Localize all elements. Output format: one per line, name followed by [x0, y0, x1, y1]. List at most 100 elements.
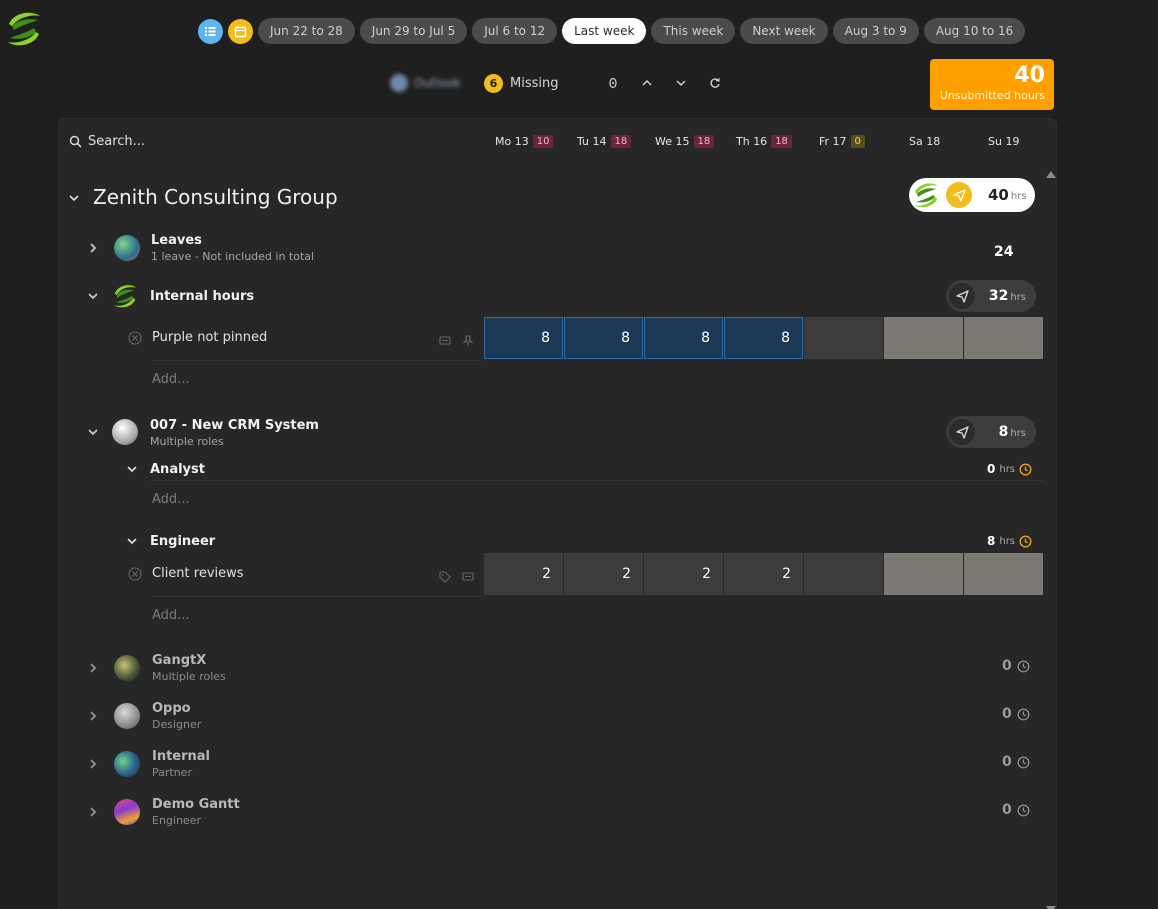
ai-suggest-button[interactable] — [604, 74, 622, 92]
project-subtitle: Engineer — [152, 814, 201, 827]
hour-cell[interactable] — [964, 553, 1043, 595]
demo-gantt-avatar — [114, 799, 140, 825]
hour-cell[interactable]: 8 — [484, 317, 563, 359]
client-total-pill[interactable]: 40 hrs — [909, 178, 1035, 212]
week-pill-last-week[interactable]: Last week — [562, 18, 647, 44]
expand-all-button[interactable] — [672, 74, 690, 92]
missing-filter[interactable]: 6 Missing — [484, 73, 558, 93]
clock-icon — [1017, 660, 1030, 672]
client-collapse-toggle[interactable] — [67, 191, 81, 205]
day-header-we: We 15 18 — [655, 135, 715, 148]
week-pill-aug-10[interactable]: Aug 10 to 16 — [923, 18, 1026, 44]
remove-task-button[interactable] — [128, 330, 142, 349]
project-expand-toggle[interactable] — [86, 709, 100, 723]
day-hours-badge: 18 — [771, 135, 792, 148]
engineer-hours-value: 8 — [987, 534, 996, 548]
hour-cell[interactable]: 2 — [644, 553, 723, 595]
add-task-link[interactable]: Add... — [152, 608, 190, 623]
search-icon — [69, 135, 82, 148]
list-view-button[interactable] — [198, 18, 223, 44]
search-box[interactable]: Search... — [69, 134, 145, 149]
submit-internal-button[interactable] — [949, 283, 975, 309]
collapse-all-button[interactable] — [638, 74, 656, 92]
divider — [152, 360, 482, 361]
project-expand-toggle[interactable] — [86, 757, 100, 771]
hour-cell[interactable] — [884, 553, 963, 595]
internal-hours-total-unit: hrs — [1010, 292, 1026, 303]
project-row-internal[interactable]: Internal Partner — [152, 749, 210, 779]
day-hours-badge: 18 — [610, 135, 632, 148]
week-pill-this-week[interactable]: This week — [651, 18, 736, 44]
project-row-demo-gantt[interactable]: Demo Gantt Engineer — [152, 797, 240, 827]
engineer-collapse-toggle[interactable] — [125, 534, 139, 548]
project-total-value: 0 — [1002, 658, 1012, 674]
sparkle-icon — [609, 77, 618, 89]
day-label: Sa 18 — [909, 135, 941, 148]
hour-cell[interactable]: 2 — [564, 553, 643, 595]
close-circle-icon — [128, 331, 142, 345]
week-pill-jul-6[interactable]: Jul 6 to 12 — [472, 18, 558, 44]
hour-cell[interactable]: 2 — [484, 553, 563, 595]
hour-cell[interactable] — [804, 317, 883, 359]
add-task-link[interactable]: Add... — [152, 372, 190, 387]
crm-project-row[interactable]: 007 - New CRM System Multiple roles — [150, 418, 319, 448]
analyst-collapse-toggle[interactable] — [125, 462, 139, 476]
hour-cell[interactable]: 8 — [644, 317, 723, 359]
internal-hours-avatar — [112, 283, 138, 309]
remove-task-button[interactable] — [128, 566, 142, 585]
week-pill-aug-3[interactable]: Aug 3 to 9 — [832, 18, 919, 44]
pin-button[interactable] — [462, 332, 474, 351]
unsubmitted-hours-card[interactable]: 40 Unsubmitted hours — [930, 59, 1054, 110]
chevron-up-icon — [642, 79, 653, 86]
add-task-link[interactable]: Add... — [152, 492, 190, 507]
client-name: Zenith Consulting Group — [93, 185, 338, 209]
project-expand-toggle[interactable] — [86, 805, 100, 819]
internal-total: 0 — [1002, 754, 1030, 770]
outlook-icon — [390, 74, 408, 92]
search-placeholder: Search... — [88, 134, 146, 149]
week-pill-jun-22[interactable]: Jun 22 to 28 — [258, 18, 355, 44]
task-name[interactable]: Purple not pinned — [152, 330, 267, 345]
calendar-view-button[interactable] — [228, 18, 253, 44]
leaves-row[interactable]: Leaves 1 leave - Not included in total — [151, 233, 314, 263]
leaves-expand-toggle[interactable] — [86, 241, 100, 255]
crm-collapse-toggle[interactable] — [86, 425, 100, 439]
hour-cell[interactable]: 8 — [724, 317, 803, 359]
project-total-value: 0 — [1002, 754, 1012, 770]
task-name[interactable]: Client reviews — [152, 566, 244, 581]
outlook-sync-button[interactable]: Outlook — [390, 74, 466, 92]
engineer-hours: 8 hrs — [987, 534, 1032, 548]
comment-button[interactable] — [462, 568, 474, 587]
demo-gantt-total: 0 — [1002, 802, 1030, 818]
internal-hours-title: Internal hours — [150, 289, 255, 304]
crm-total-pill[interactable]: 8 hrs — [946, 416, 1036, 448]
project-title: Oppo — [152, 701, 191, 716]
day-header-sa: Sa 18 — [909, 135, 940, 148]
tag-button[interactable] — [439, 568, 451, 587]
app-logo[interactable] — [6, 10, 42, 48]
hour-cell[interactable]: 8 — [564, 317, 643, 359]
submit-client-button[interactable] — [946, 182, 972, 208]
divider — [150, 480, 1043, 481]
refresh-button[interactable] — [706, 74, 724, 92]
gangtx-total: 0 — [1002, 658, 1030, 674]
hour-cell[interactable]: 2 — [724, 553, 803, 595]
project-row-oppo[interactable]: Oppo Designer — [152, 701, 201, 731]
internal-hours-collapse-toggle[interactable] — [86, 289, 100, 303]
hour-cell[interactable] — [804, 553, 883, 595]
hour-cell[interactable] — [884, 317, 963, 359]
project-row-gangtx[interactable]: GangtX Multiple roles — [152, 653, 226, 683]
analyst-hours-unit: hrs — [999, 463, 1016, 475]
refresh-icon — [710, 78, 721, 88]
scroll-up-arrow[interactable] — [1046, 171, 1056, 178]
week-pill-jun-29[interactable]: Jun 29 to Jul 5 — [359, 18, 468, 44]
clock-icon — [1019, 535, 1032, 547]
week-pill-next-week[interactable]: Next week — [740, 18, 828, 44]
day-header-mo: Mo 13 10 — [495, 135, 554, 148]
submit-crm-button[interactable] — [949, 419, 975, 445]
leaves-subtitle: 1 leave - Not included in total — [151, 250, 315, 263]
comment-button[interactable] — [439, 332, 451, 351]
project-expand-toggle[interactable] — [86, 661, 100, 675]
hour-cell[interactable] — [964, 317, 1043, 359]
internal-hours-total-pill[interactable]: 32 hrs — [946, 280, 1036, 312]
